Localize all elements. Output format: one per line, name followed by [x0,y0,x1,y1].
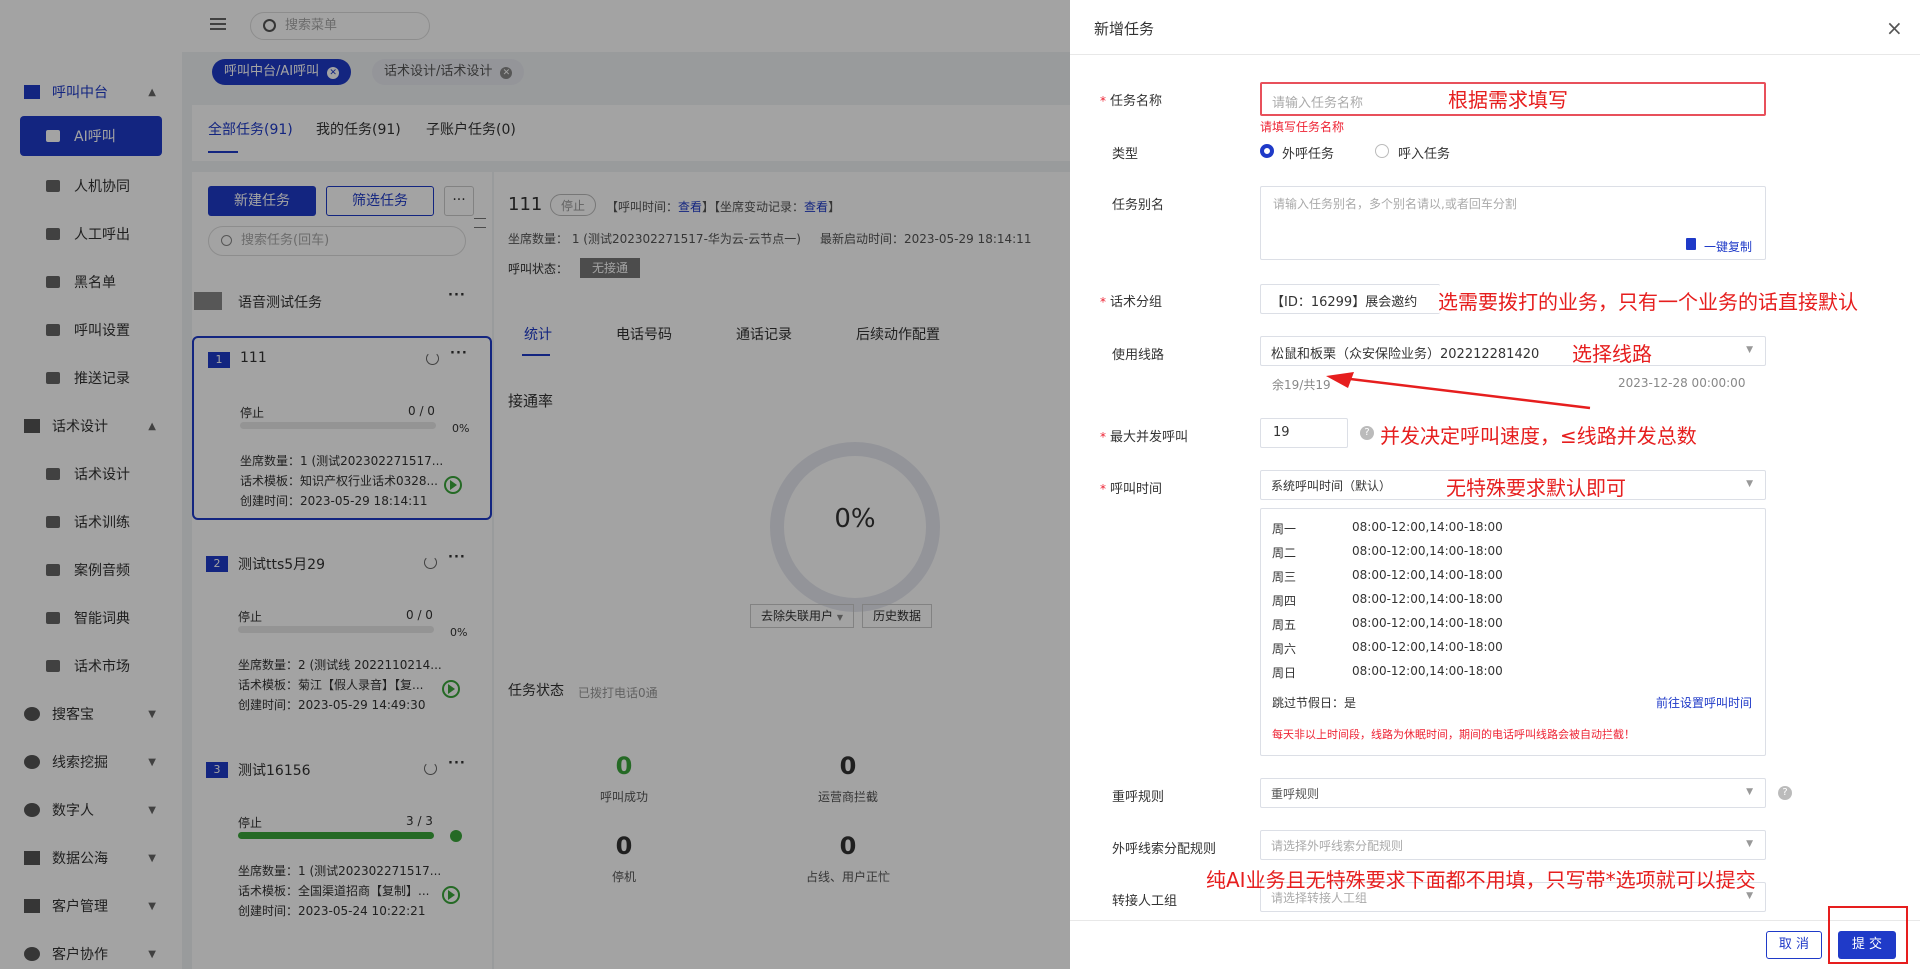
line-value: 松鼠和板栗（众安保险业务）202212281420 [1271,347,1540,362]
help-icon[interactable]: ? [1360,426,1374,440]
alias-placeholder: 请输入任务别名，多个别名请以,或者回车分割 [1273,197,1517,211]
script-group-select[interactable]: 【ID：16299】展会邀约 [1260,284,1440,314]
annotation-bottom-note: 纯AI业务且无特殊要求下面都不用填，只写带*选项就可以提交 [1206,868,1756,892]
skip-holiday-text: 跳过节假日：是 [1272,696,1357,710]
drawer-title: 新增任务 [1094,20,1155,38]
max-concurrent-value: 19 [1273,425,1290,440]
script-group-value: 【ID：16299】展会邀约 [1271,295,1418,310]
schedule-time: 08:00-12:00,14:00-18:00 [1352,592,1503,606]
annotation-arrow [1326,372,1591,410]
line-label: 使用线路 [1112,348,1165,363]
lead-rule-label: 外呼线索分配规则 [1112,842,1217,857]
annotation-submit-highlight [1828,906,1908,964]
copy-link[interactable]: 一键复制 [1704,238,1752,255]
annotation-script-group: 选需要拨打的业务，只有一个业务的话直接默认 [1438,290,1858,314]
cancel-button[interactable]: 取 消 [1766,931,1822,959]
schedule-time: 08:00-12:00,14:00-18:00 [1352,520,1503,534]
script-group-label-text: 话术分组 [1110,295,1163,310]
schedule-day: 周一 [1272,522,1297,536]
radio-inbound[interactable] [1375,144,1389,158]
chevron-down-icon: ▼ [1746,345,1753,355]
line-select[interactable]: 松鼠和板栗（众安保险业务）202212281420 ▼ [1260,336,1766,366]
go-set-call-time-link[interactable]: 前往设置呼叫时间 [1656,694,1752,711]
type-label: 类型 [1112,147,1139,162]
schedule-day: 周四 [1272,594,1297,608]
max-concurrent-label: * 最大并发呼叫 [1100,430,1189,445]
call-time-value: 系统呼叫时间（默认） [1271,479,1392,493]
redial-value: 重呼规则 [1271,787,1320,801]
schedule-day: 周日 [1272,666,1297,680]
lead-rule-select[interactable]: 请选择外呼线索分配规则 ▼ [1260,830,1766,860]
task-name-error: 请填写任务名称 [1260,120,1345,134]
transfer-placeholder: 请选择转接人工组 [1271,891,1368,905]
redial-select[interactable]: 重呼规则 ▼ [1260,778,1766,808]
radio-outbound-label[interactable]: 外呼任务 [1282,143,1334,162]
schedule-day: 周五 [1272,618,1297,632]
radio-outbound[interactable] [1260,144,1274,158]
copy-icon[interactable] [1686,238,1696,250]
annotation-call-time: 无特殊要求默认即可 [1446,476,1626,500]
max-concurrent-input[interactable]: 19 [1260,418,1348,448]
chevron-down-icon: ▼ [1746,839,1753,849]
schedule-day: 周二 [1272,546,1297,560]
close-icon[interactable]: × [1886,18,1903,38]
drawer-divider [1070,54,1920,55]
schedule-box [1260,508,1766,756]
annotation-concurrent: 并发决定呼叫速度，≤线路并发总数 [1380,424,1697,448]
annotation-task-name: 根据需求填写 [1448,88,1568,112]
script-group-label: * 话术分组 [1100,295,1163,310]
schedule-day: 周六 [1272,642,1297,656]
task-name-label-text: 任务名称 [1110,94,1163,109]
line-expiry-date: 2023-12-28 00:00:00 [1618,376,1746,390]
schedule-time: 08:00-12:00,14:00-18:00 [1352,568,1503,582]
call-time-label: * 呼叫时间 [1100,482,1163,497]
schedule-day: 周三 [1272,570,1297,584]
alias-label: 任务别名 [1112,198,1165,213]
modal-overlay[interactable] [0,0,1070,969]
call-time-label-text: 呼叫时间 [1110,482,1163,497]
task-name-label: * 任务名称 [1100,94,1163,109]
help-icon[interactable]: ? [1778,786,1792,800]
lead-rule-placeholder: 请选择外呼线索分配规则 [1271,839,1404,853]
schedule-time: 08:00-12:00,14:00-18:00 [1352,616,1503,630]
schedule-time: 08:00-12:00,14:00-18:00 [1352,544,1503,558]
redial-label: 重呼规则 [1112,790,1165,805]
chevron-down-icon: ▼ [1746,479,1753,489]
max-concurrent-label-text: 最大并发呼叫 [1110,430,1189,445]
annotation-line: 选择线路 [1572,342,1652,366]
transfer-label: 转接人工组 [1112,894,1178,909]
chevron-down-icon: ▼ [1746,787,1753,797]
schedule-time: 08:00-12:00,14:00-18:00 [1352,664,1503,678]
task-name-placeholder: 请输入任务名称 [1272,96,1364,111]
radio-inbound-label[interactable]: 呼入任务 [1398,143,1450,162]
schedule-time: 08:00-12:00,14:00-18:00 [1352,640,1503,654]
drawer-footer: 取 消 提 交 [1070,920,1920,969]
schedule-warning: 每天非以上时间段，线路为休眠时间，期间的电话呼叫线路会被自动拦截！ [1272,728,1635,741]
